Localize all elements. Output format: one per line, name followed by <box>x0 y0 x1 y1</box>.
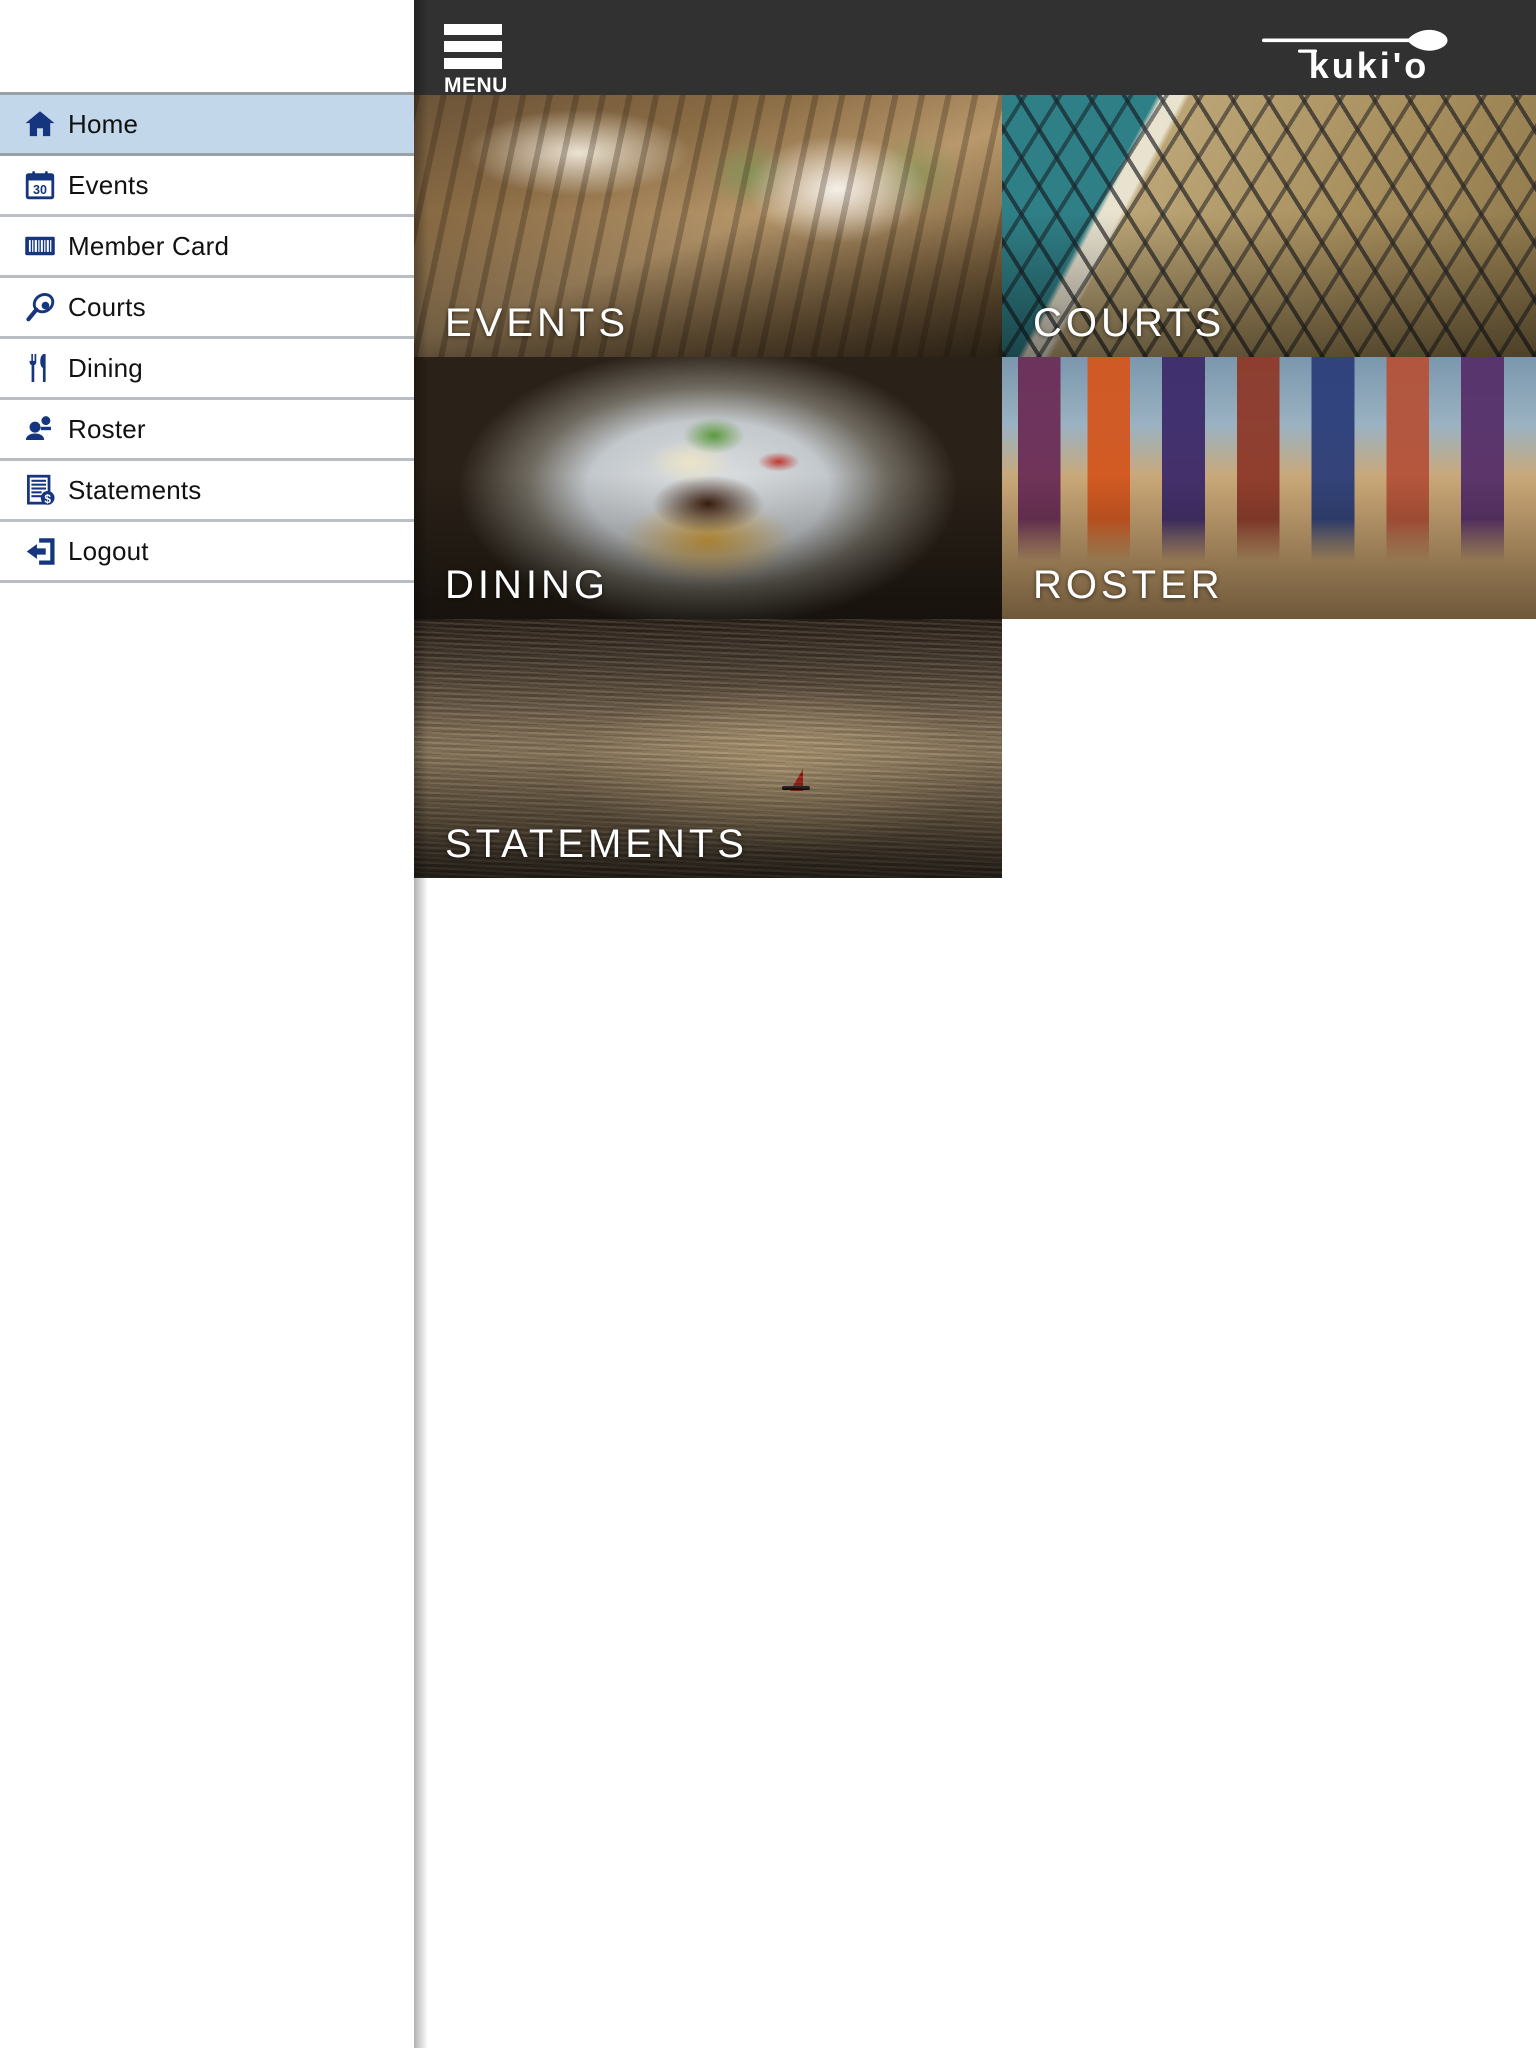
svg-text:kuki'o: kuki'o <box>1309 45 1430 84</box>
tile-label: COURTS <box>1033 301 1226 345</box>
tile-row-3: STATEMENTS <box>414 619 1536 878</box>
sidebar-item-home[interactable]: Home <box>0 95 414 156</box>
sidebar-item-label: Dining <box>68 353 143 383</box>
sidebar-item-courts[interactable]: Courts <box>0 278 414 339</box>
racquet-icon <box>12 287 68 327</box>
sidebar-item-dining[interactable]: Dining <box>0 339 414 400</box>
sidebar-item-roster[interactable]: Roster <box>0 400 414 461</box>
sidebar-item-label: Roster <box>68 414 146 444</box>
sidebar-item-list: Home 30 Events Member Card Courts Dining… <box>0 92 414 583</box>
sidebar-item-label: Member Card <box>68 231 230 261</box>
sidebar-navigation: Home 30 Events Member Card Courts Dining… <box>0 0 414 2048</box>
calendar-icon: 30 <box>12 165 68 205</box>
sidebar-item-label: Courts <box>68 292 146 322</box>
sidebar-top-spacer <box>0 0 414 92</box>
svg-text:$: $ <box>44 491 51 505</box>
tile-events[interactable]: EVENTS <box>414 95 1002 357</box>
tile-row-2: DINING ROSTER <box>414 357 1536 619</box>
document-dollar-icon: $ <box>12 470 68 510</box>
tile-label: STATEMENTS <box>445 822 748 866</box>
barcode-icon <box>12 226 68 266</box>
hamburger-bar-2 <box>444 41 502 52</box>
tile-statements[interactable]: STATEMENTS <box>414 619 1002 878</box>
hamburger-bar-3 <box>444 58 502 69</box>
sidebar-item-label: Home <box>68 109 139 139</box>
sidebar-item-label: Logout <box>68 536 149 566</box>
tile-label: DINING <box>445 563 609 607</box>
tile-label: EVENTS <box>445 301 630 345</box>
sidebar-item-events[interactable]: 30 Events <box>0 156 414 217</box>
hamburger-menu-button[interactable]: MENU <box>444 24 508 97</box>
sidebar-item-statements[interactable]: $ Statements <box>0 461 414 522</box>
tile-grid: EVENTS COURTS DINING ROSTER STATEMENTS <box>414 95 1536 878</box>
top-app-bar: MENU kuki'o <box>414 0 1536 97</box>
exit-arrow-icon <box>12 531 68 571</box>
main-content: MENU kuki'o EVENTS COURTS DINING ROSTER … <box>414 0 1536 2048</box>
people-icon <box>12 409 68 449</box>
sidebar-item-logout[interactable]: Logout <box>0 522 414 583</box>
hamburger-bar-1 <box>444 24 502 35</box>
tile-label: ROSTER <box>1033 563 1224 607</box>
sidebar-item-label: Statements <box>68 475 202 505</box>
tile-dining[interactable]: DINING <box>414 357 1002 619</box>
tile-courts[interactable]: COURTS <box>1002 95 1536 357</box>
svg-text:30: 30 <box>33 183 47 197</box>
tile-row-1: EVENTS COURTS <box>414 95 1536 357</box>
menu-label: MENU <box>444 74 508 97</box>
app-root: Home 30 Events Member Card Courts Dining… <box>0 0 1536 2048</box>
cutlery-icon <box>12 348 68 388</box>
tile-roster[interactable]: ROSTER <box>1002 357 1536 619</box>
kukio-paddle-logo[interactable]: kuki'o <box>1224 22 1514 84</box>
sidebar-item-label: Events <box>68 170 149 200</box>
sidebar-item-member-card[interactable]: Member Card <box>0 217 414 278</box>
sidebar-drop-shadow <box>414 0 428 2048</box>
home-icon <box>12 104 68 144</box>
